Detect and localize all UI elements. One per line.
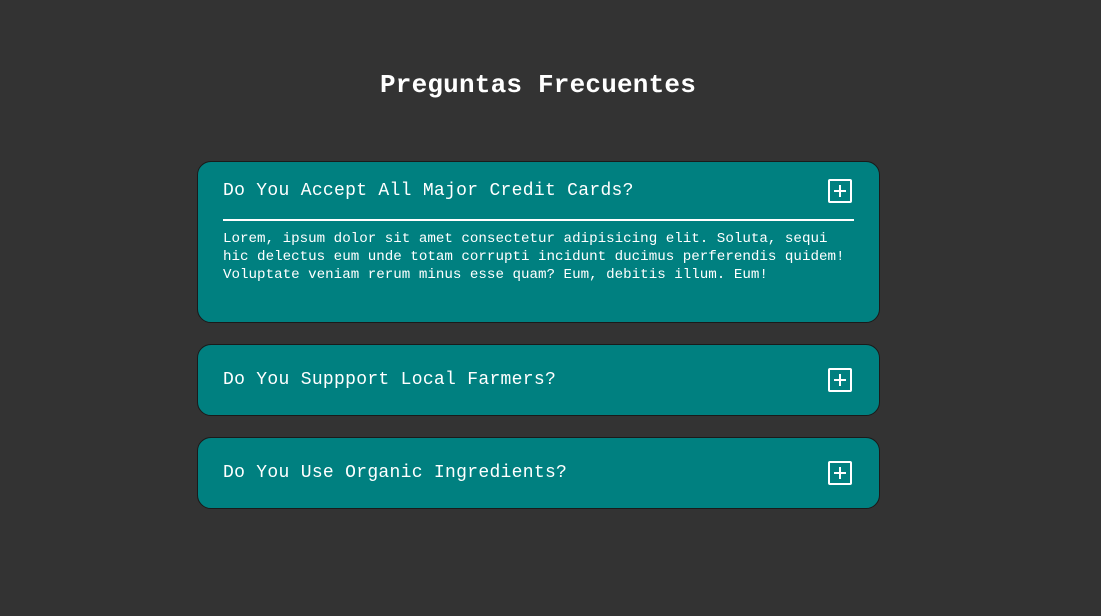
faq-list: Do You Accept All Major Credit Cards? Lo… [197, 161, 880, 530]
page-title: Preguntas Frecuentes [379, 70, 697, 100]
plus-square-icon[interactable] [828, 178, 852, 203]
faq-question: Do You Use Organic Ingredients? [223, 463, 568, 483]
plus-square-icon[interactable] [828, 461, 852, 485]
faq-header[interactable]: Do You Accept All Major Credit Cards? [223, 162, 854, 221]
faq-answer: Lorem, ipsum dolor sit amet consectetur … [223, 231, 845, 283]
faq-item: Do You Accept All Major Credit Cards? Lo… [197, 161, 880, 323]
faq-question: Do You Suppport Local Farmers? [223, 370, 557, 390]
faq-header[interactable]: Do You Suppport Local Farmers? [223, 345, 854, 415]
faq-header[interactable]: Do You Use Organic Ingredients? [223, 438, 854, 508]
faq-question: Do You Accept All Major Credit Cards? [223, 180, 634, 201]
faq-item: Do You Suppport Local Farmers? [197, 344, 880, 416]
faq-item: Do You Use Organic Ingredients? [197, 437, 880, 509]
plus-square-icon[interactable] [828, 368, 852, 392]
